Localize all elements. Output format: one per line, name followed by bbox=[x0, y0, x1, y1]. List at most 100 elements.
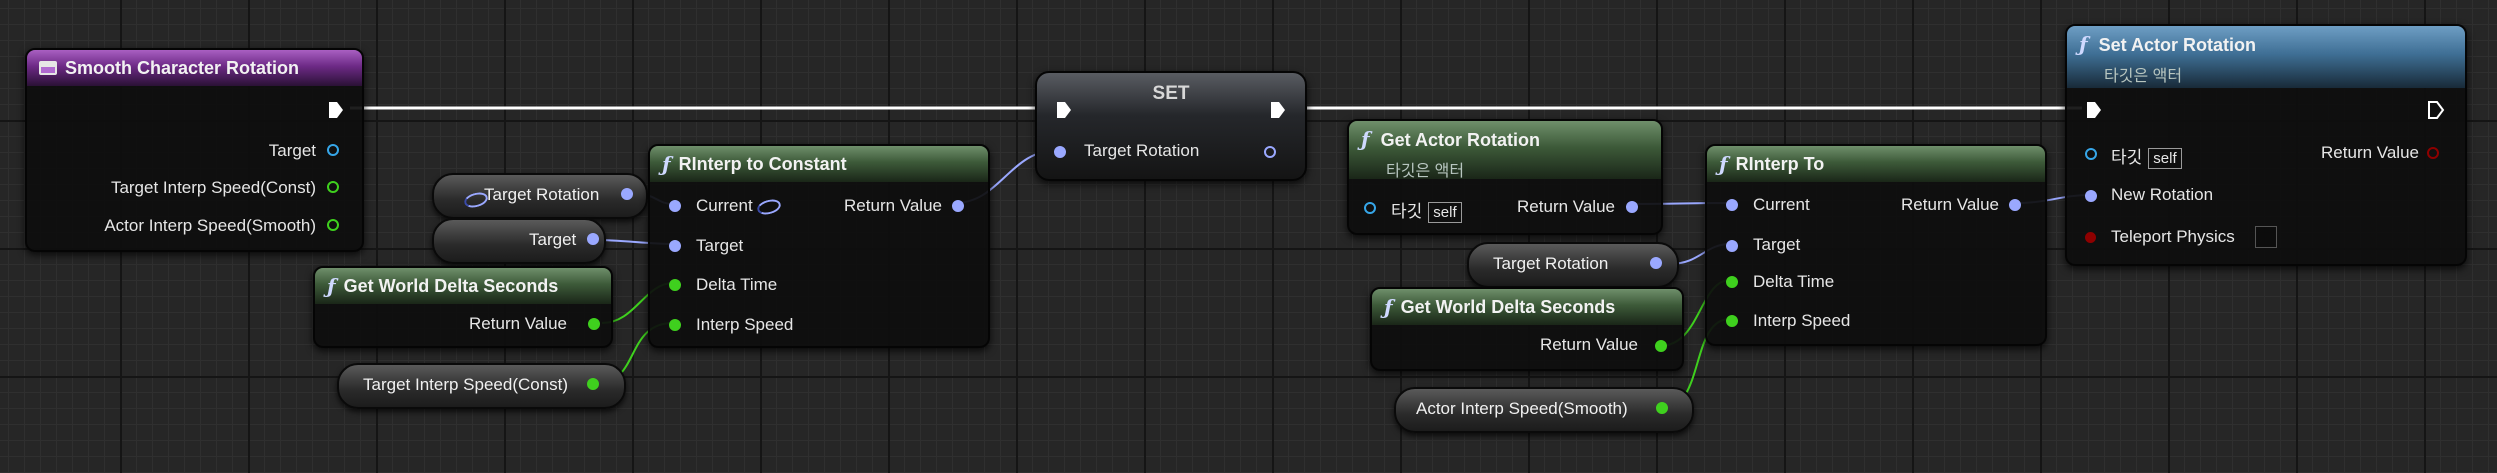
exec-out-pin-icon[interactable] bbox=[327, 101, 345, 119]
var-target-interp-const-pin[interactable] bbox=[587, 378, 599, 390]
get-actor-rotation-header[interactable]: ƒ Get Actor Rotation 타깃은 액터 bbox=[1349, 121, 1661, 180]
rinterp-to-current-label: Current bbox=[1753, 195, 1810, 214]
set-actor-rotation-return-pin[interactable] bbox=[2427, 147, 2439, 159]
exec-out-pin-icon[interactable] bbox=[2427, 101, 2445, 119]
rinterp-to-header[interactable]: ƒ RInterp To bbox=[1707, 146, 2045, 182]
get-delta-2-return-label: Return Value bbox=[1540, 335, 1638, 354]
rinterp-const-return-label: Return Value bbox=[844, 196, 942, 215]
set-target-rotation-out-pin[interactable] bbox=[1264, 146, 1276, 158]
set-actor-rotation-teleport-label: Teleport Physics bbox=[2111, 227, 2235, 246]
set-actor-rotation-target-label: 타깃 bbox=[2111, 148, 2143, 167]
var-target-left-label: Target bbox=[529, 230, 577, 249]
rinterp-const-current-label: Current bbox=[696, 196, 783, 217]
set-actor-rotation-new-rotation-label: New Rotation bbox=[2111, 185, 2214, 204]
var-actor-interp-smooth-label: Actor Interp Speed(Smooth) bbox=[1416, 399, 1628, 418]
get-delta-1-header[interactable]: ƒ Get World Delta Seconds bbox=[315, 268, 611, 304]
rinterp-to-interp-speed-pin[interactable] bbox=[1726, 315, 1738, 327]
set-node-title: SET bbox=[1152, 83, 1190, 104]
var-target-rotation-left[interactable]: Target Rotation bbox=[432, 173, 648, 219]
set-actor-rotation-self-box[interactable]: self bbox=[2148, 148, 2182, 169]
teleport-physics-checkbox[interactable] bbox=[2255, 226, 2277, 248]
get-delta-1-return-label: Return Value bbox=[469, 314, 567, 333]
rinterp-const-current-pin[interactable] bbox=[669, 200, 681, 212]
event-icon bbox=[39, 61, 57, 75]
event-pin-actor-interp-smooth-label: Actor Interp Speed(Smooth) bbox=[104, 216, 316, 235]
event-pin-target[interactable] bbox=[327, 144, 339, 156]
event-pin-target-interp-const-label: Target Interp Speed(Const) bbox=[110, 178, 316, 197]
event-pin-target-label: Target bbox=[268, 141, 316, 160]
node-set-target-rotation[interactable]: SET Target Rotation bbox=[1035, 71, 1307, 181]
get-actor-rotation-title: Get Actor Rotation bbox=[1380, 130, 1540, 150]
rinterp-const-target-pin[interactable] bbox=[669, 240, 681, 252]
set-actor-rotation-header[interactable]: ƒ Set Actor Rotation 타깃은 액터 bbox=[2067, 26, 2465, 88]
rinterp-to-return-pin[interactable] bbox=[2009, 199, 2021, 211]
set-actor-rotation-teleport-pin[interactable] bbox=[2085, 232, 2096, 243]
node-get-world-delta-seconds-1[interactable]: ƒ Get World Delta Seconds Return Value bbox=[313, 266, 613, 348]
get-actor-rotation-target-pin[interactable] bbox=[1364, 202, 1376, 214]
set-target-rotation-in-pin[interactable] bbox=[1054, 146, 1066, 158]
set-actor-rotation-target-row: 타깃 self bbox=[2111, 143, 2182, 169]
get-actor-rotation-self-box[interactable]: self bbox=[1428, 202, 1462, 223]
rinterp-to-delta-time-pin[interactable] bbox=[1726, 276, 1738, 288]
var-target-rotation-right-pin[interactable] bbox=[1650, 257, 1662, 269]
rotator-icon bbox=[756, 196, 783, 217]
var-target-interp-const-label: Target Interp Speed(Const) bbox=[363, 375, 569, 394]
get-delta-1-title: Get World Delta Seconds bbox=[343, 275, 559, 296]
node-get-world-delta-seconds-2[interactable]: ƒ Get World Delta Seconds Return Value bbox=[1370, 287, 1684, 371]
node-rinterp-to-constant[interactable]: ƒ RInterp to Constant Current Return Val… bbox=[648, 144, 990, 348]
rinterp-to-title: RInterp To bbox=[1735, 153, 1825, 174]
rinterp-to-target-label: Target bbox=[1753, 235, 1801, 254]
var-target-rotation-right[interactable]: Target Rotation bbox=[1467, 242, 1679, 288]
rinterp-const-header[interactable]: ƒ RInterp to Constant bbox=[650, 146, 988, 182]
var-target-left-pin[interactable] bbox=[587, 233, 599, 245]
event-pin-actor-interp-smooth[interactable] bbox=[327, 219, 339, 231]
set-actor-rotation-target-pin[interactable] bbox=[2085, 148, 2097, 160]
node-set-actor-rotation[interactable]: ƒ Set Actor Rotation 타깃은 액터 타깃 self Retur… bbox=[2065, 24, 2467, 266]
var-actor-interp-speed-smooth[interactable]: Actor Interp Speed(Smooth) bbox=[1394, 387, 1694, 433]
event-pin-target-interp-const[interactable] bbox=[327, 181, 339, 193]
get-actor-rotation-return-pin[interactable] bbox=[1626, 201, 1638, 213]
rinterp-const-interp-speed-pin[interactable] bbox=[669, 319, 681, 331]
rinterp-const-interp-speed-label: Interp Speed bbox=[696, 315, 794, 334]
get-actor-rotation-target-row: 타깃 self bbox=[1391, 197, 1462, 223]
rinterp-const-current-text: Current bbox=[696, 196, 753, 215]
rinterp-const-title: RInterp to Constant bbox=[678, 153, 847, 174]
var-target-interp-speed-const[interactable]: Target Interp Speed(Const) bbox=[337, 363, 626, 409]
var-actor-interp-smooth-pin[interactable] bbox=[1656, 402, 1668, 414]
set-actor-rotation-new-rotation-pin[interactable] bbox=[2085, 190, 2097, 202]
var-target-rotation-left-pin[interactable] bbox=[621, 188, 633, 200]
node-rinterp-to[interactable]: ƒ RInterp To Current Return Value Target… bbox=[1705, 144, 2047, 346]
rinterp-const-return-pin[interactable] bbox=[952, 200, 964, 212]
event-node-header[interactable]: Smooth Character Rotation bbox=[27, 50, 362, 86]
function-icon: ƒ bbox=[1719, 152, 1728, 176]
var-target-left[interactable]: Target bbox=[432, 218, 606, 264]
get-actor-rotation-target-label: 타깃 bbox=[1391, 202, 1423, 221]
set-actor-rotation-subtitle: 타깃은 액터 bbox=[2104, 68, 2183, 85]
set-actor-rotation-title: Set Actor Rotation bbox=[2098, 35, 2256, 55]
exec-out-pin-icon[interactable] bbox=[1269, 101, 1287, 119]
rinterp-to-current-pin[interactable] bbox=[1726, 199, 1738, 211]
get-delta-1-return-pin[interactable] bbox=[588, 318, 600, 330]
rinterp-const-delta-time-label: Delta Time bbox=[696, 275, 778, 294]
rinterp-to-target-pin[interactable] bbox=[1726, 240, 1738, 252]
rinterp-to-interp-speed-label: Interp Speed bbox=[1753, 311, 1851, 330]
get-delta-2-header[interactable]: ƒ Get World Delta Seconds bbox=[1372, 289, 1682, 325]
exec-in-pin-icon[interactable] bbox=[1055, 101, 1073, 119]
get-delta-2-title: Get World Delta Seconds bbox=[1400, 296, 1616, 317]
get-actor-rotation-return-label: Return Value bbox=[1517, 197, 1615, 216]
node-get-actor-rotation[interactable]: ƒ Get Actor Rotation 타깃은 액터 타깃 self Retur… bbox=[1347, 119, 1663, 235]
function-icon: ƒ bbox=[327, 274, 336, 298]
event-node-smooth-character-rotation[interactable]: Smooth Character Rotation Target Target … bbox=[25, 48, 364, 252]
rinterp-const-target-label: Target bbox=[696, 236, 744, 255]
function-icon: ƒ bbox=[1361, 127, 1370, 151]
event-node-title: Smooth Character Rotation bbox=[65, 57, 300, 78]
set-target-rotation-label: Target Rotation bbox=[1084, 141, 1200, 160]
exec-in-pin-icon[interactable] bbox=[2085, 101, 2103, 119]
get-actor-rotation-subtitle: 타깃은 액터 bbox=[1386, 163, 1465, 180]
rinterp-to-return-label: Return Value bbox=[1901, 195, 1999, 214]
function-icon: ƒ bbox=[662, 152, 671, 176]
get-delta-2-return-pin[interactable] bbox=[1655, 340, 1667, 352]
rinterp-const-delta-time-pin[interactable] bbox=[669, 279, 681, 291]
var-target-rotation-left-label: Target Rotation bbox=[484, 185, 600, 204]
function-icon: ƒ bbox=[1384, 295, 1393, 319]
